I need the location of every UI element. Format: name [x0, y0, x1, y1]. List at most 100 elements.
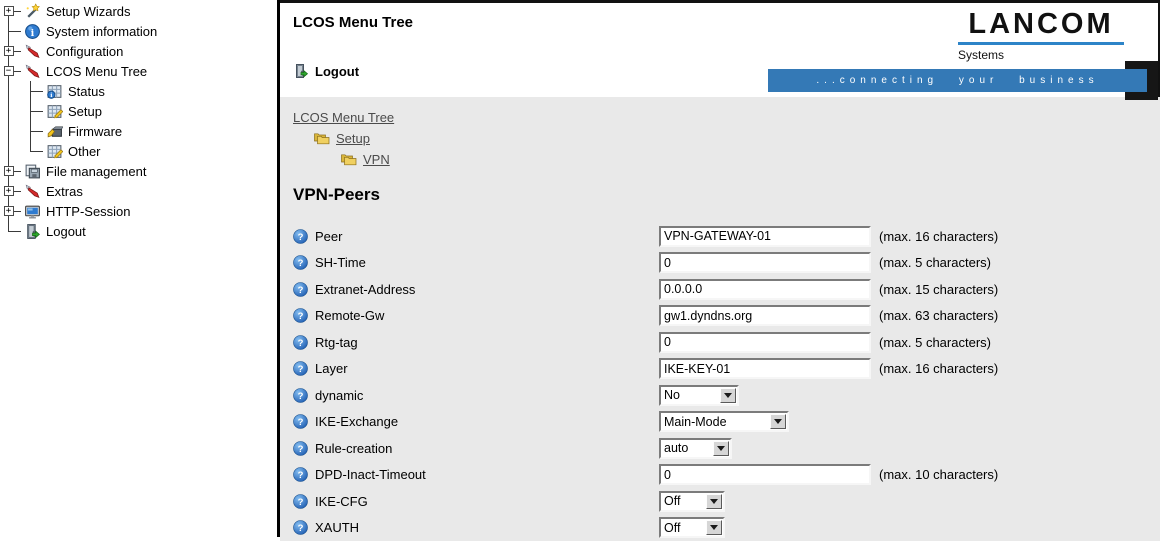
logout-button[interactable]: Logout [293, 63, 359, 79]
extranet-address-input[interactable] [659, 279, 871, 300]
logout-label: Logout [315, 64, 359, 79]
sidebar-item-extras[interactable]: + Extras [0, 181, 277, 201]
svg-text:?: ? [298, 285, 304, 296]
sh-time-input[interactable] [659, 252, 871, 273]
form-row-sh-time: ? SH-Time (max. 5 characters) [293, 250, 1160, 277]
svg-text:?: ? [298, 417, 304, 428]
logo-underline [958, 42, 1124, 45]
sidebar-item-file-management[interactable]: + File management [0, 161, 277, 181]
form-row-rule-creation: ? Rule-creation auto [293, 435, 1160, 462]
tree-line [18, 141, 40, 161]
field-label: IKE-CFG [315, 494, 368, 509]
help-icon[interactable]: ? [293, 282, 308, 297]
help-icon[interactable]: ? [293, 308, 308, 323]
sidebar-item-setup[interactable]: Setup [0, 101, 277, 121]
help-icon[interactable]: ? [293, 414, 308, 429]
dynamic-select[interactable]: No [659, 385, 739, 406]
field-label: dynamic [315, 388, 363, 403]
max-chars-hint: (max. 5 characters) [879, 255, 991, 270]
extras-icon [24, 183, 41, 200]
form-row-remote-gw: ? Remote-Gw (max. 63 characters) [293, 303, 1160, 330]
help-icon[interactable]: ? [293, 520, 308, 535]
xauth-select[interactable]: Off [659, 517, 725, 538]
field-label: Extranet-Address [315, 282, 415, 297]
expander-minus[interactable]: − [4, 66, 14, 76]
help-icon[interactable]: ? [293, 255, 308, 270]
sidebar-item-label: Firmware [68, 124, 122, 139]
help-icon[interactable]: ? [293, 361, 308, 376]
sidebar-item-configuration[interactable]: + Configuration [0, 41, 277, 61]
field-label: XAUTH [315, 520, 359, 535]
ike-cfg-select[interactable]: Off [659, 491, 725, 512]
sidebar-item-label: Other [68, 144, 101, 159]
field-label: Layer [315, 361, 348, 376]
tree-line [0, 101, 18, 121]
expander-plus[interactable]: + [4, 46, 14, 56]
help-icon[interactable]: ? [293, 335, 308, 350]
dropdown-arrow-icon[interactable] [720, 388, 736, 403]
max-chars-hint: (max. 10 characters) [879, 467, 998, 482]
breadcrumb: LCOS Menu Tree Setup VPN [293, 107, 1160, 170]
dropdown-arrow-icon[interactable] [713, 441, 729, 456]
tree-line [18, 121, 40, 141]
expander-plus[interactable]: + [4, 206, 14, 216]
sidebar-item-status[interactable]: i Status [0, 81, 277, 101]
dropdown-arrow-icon[interactable] [706, 520, 722, 535]
folder-icon [313, 131, 331, 146]
dropdown-arrow-icon[interactable] [770, 414, 786, 429]
http-session-icon [24, 203, 41, 220]
breadcrumb-item-setup: Setup [313, 128, 1160, 149]
svg-text:?: ? [298, 444, 304, 455]
sidebar-item-http-session[interactable]: + HTTP-Session [0, 201, 277, 221]
svg-text:?: ? [298, 391, 304, 402]
sidebar-item-lcos-menu-tree[interactable]: − LCOS Menu Tree [0, 61, 277, 81]
sidebar-item-logout[interactable]: Logout [0, 221, 277, 241]
layer-input[interactable] [659, 358, 871, 379]
expander-plus[interactable]: + [4, 6, 14, 16]
page-heading: VPN-Peers [293, 185, 1160, 205]
rtg-tag-input[interactable] [659, 332, 871, 353]
help-icon[interactable]: ? [293, 467, 308, 482]
dropdown-arrow-icon[interactable] [706, 494, 722, 509]
expander-plus[interactable]: + [4, 166, 14, 176]
svg-text:i: i [31, 27, 35, 38]
selected-value: Off [661, 521, 706, 535]
breadcrumb-link[interactable]: LCOS Menu Tree [293, 110, 394, 125]
help-icon[interactable]: ? [293, 441, 308, 456]
field-label: IKE-Exchange [315, 414, 398, 429]
system-information-icon: i [24, 23, 41, 40]
form-row-peer: ? Peer (max. 16 characters) [293, 223, 1160, 250]
selected-value: Off [661, 494, 706, 508]
tree-line: + [0, 161, 18, 181]
ike-exchange-select[interactable]: Main-Mode [659, 411, 789, 432]
setup-icon [46, 103, 63, 120]
help-icon[interactable]: ? [293, 229, 308, 244]
sidebar-item-system-information[interactable]: i System information [0, 21, 277, 41]
expander-plus[interactable]: + [4, 186, 14, 196]
app-window: + Setup Wizards i System information + C… [0, 0, 1160, 537]
tree-line: + [0, 41, 18, 61]
max-chars-hint: (max. 63 characters) [879, 308, 998, 323]
main-panel: LCOS Menu Tree Logout LANCOM Systems ...… [277, 0, 1160, 537]
svg-text:?: ? [298, 470, 304, 481]
logout-door-icon [293, 63, 309, 79]
form-row-dynamic: ? dynamic No [293, 382, 1160, 409]
main-header: LCOS Menu Tree Logout LANCOM Systems ...… [280, 0, 1160, 97]
lcos-menu-tree-icon [24, 63, 41, 80]
dpd-inact-timeout-input[interactable] [659, 464, 871, 485]
sidebar-item-label: Setup Wizards [46, 4, 131, 19]
tree-line: + [0, 1, 18, 21]
breadcrumb-link[interactable]: Setup [336, 131, 370, 146]
rule-creation-select[interactable]: auto [659, 438, 732, 459]
selected-value: Main-Mode [661, 415, 770, 429]
remote-gw-input[interactable] [659, 305, 871, 326]
sidebar-item-setup-wizards[interactable]: + Setup Wizards [0, 1, 277, 21]
tree-line: − [0, 61, 18, 81]
peer-input[interactable] [659, 226, 871, 247]
help-icon[interactable]: ? [293, 494, 308, 509]
breadcrumb-link[interactable]: VPN [363, 152, 390, 167]
sidebar-item-firmware[interactable]: Firmware [0, 121, 277, 141]
help-icon[interactable]: ? [293, 388, 308, 403]
form-row-extranet-address: ? Extranet-Address (max. 15 characters) [293, 276, 1160, 303]
sidebar-item-other[interactable]: Other [0, 141, 277, 161]
